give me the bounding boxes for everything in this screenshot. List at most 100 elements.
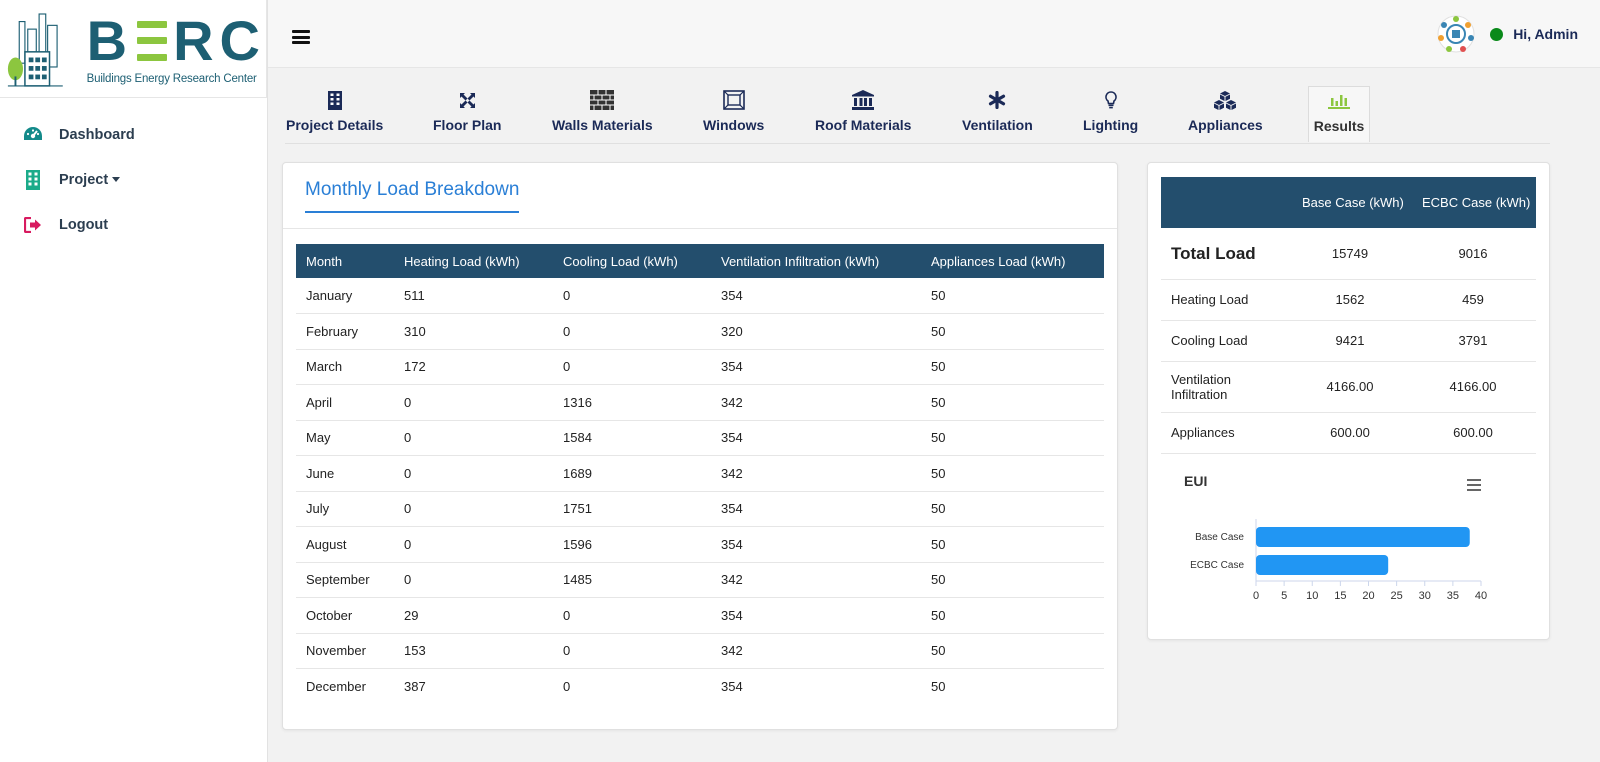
window-icon [722, 86, 745, 114]
table-cell: December [306, 679, 366, 694]
table-cell: 15749 [1290, 228, 1410, 280]
table-cell: 0 [553, 597, 711, 634]
brick-wall-icon [590, 86, 615, 114]
x-tick-label: 5 [1281, 590, 1287, 602]
sidebar-item-logout[interactable]: Logout [0, 202, 267, 247]
tab-label: Project Details [286, 117, 384, 133]
table-cell: 320 [711, 313, 921, 350]
row-label: Cooling Load [1161, 320, 1290, 362]
tab-lighting[interactable]: Lighting [1083, 86, 1138, 142]
brand-letter-b: B [86, 8, 134, 72]
tab-label: Lighting [1083, 117, 1139, 133]
tab-floor-plan[interactable]: Floor Plan [433, 86, 501, 142]
landmark-icon [852, 86, 875, 114]
sidebar-item-project[interactable]: Project [0, 157, 267, 202]
online-status-dot [1490, 27, 1504, 41]
table-cell: October [296, 597, 394, 634]
table-row: May 0 1584 354 50 [296, 420, 1104, 456]
brand-logo[interactable]: B RC Buildings Energy Research Center [0, 0, 267, 98]
city-logo-icon [7, 12, 63, 87]
table-cell: 342 [711, 455, 921, 492]
table-cell: 50 [921, 384, 1104, 421]
user-menu[interactable]: Hi, Admin [1436, 14, 1578, 54]
table-cell: September [296, 562, 394, 598]
table-cell: 50 [921, 526, 1104, 563]
bar[interactable] [1256, 555, 1389, 575]
x-tick-label: 10 [1306, 590, 1318, 602]
column-header: Cooling Load (kWh) [553, 244, 711, 278]
tachometer-icon [22, 124, 44, 146]
tab-roof-materials[interactable]: Roof Materials [815, 86, 911, 142]
top-bar: Hi, Admin [268, 0, 1600, 68]
table-cell: 0 [553, 633, 711, 669]
table-cell: 354 [711, 278, 921, 314]
sidebar-nav: Dashboard Project Logout [0, 112, 267, 247]
hamburger-menu-icon[interactable] [292, 30, 310, 44]
table-cell: April [296, 384, 394, 421]
panel-title: Monthly Load Breakdown [305, 179, 520, 213]
tab-ventilation[interactable]: Ventilation [962, 86, 1033, 142]
bar[interactable] [1256, 527, 1470, 547]
table-cell: 387 [404, 679, 426, 694]
table-cell: 1751 [553, 491, 711, 527]
x-tick-label: 25 [1391, 590, 1403, 602]
table-cell: 0 [394, 526, 553, 563]
lightbulb-icon [1104, 86, 1117, 114]
table-row: April 0 1316 342 50 [296, 384, 1104, 421]
sidebar-item-label: Project [59, 171, 109, 188]
x-tick-label: 15 [1334, 590, 1346, 602]
column-header: Appliances Load (kWh) [921, 244, 1104, 278]
table-cell: 153 [394, 633, 553, 669]
table-cell: 172 [394, 349, 553, 385]
wizard-tabs: Project Details Floor Plan Walls Materia… [285, 86, 1550, 144]
table-cell: May [296, 420, 394, 456]
column-header: Ventilation Infiltration (kWh) [711, 244, 921, 278]
table-cell: 459 [1410, 279, 1536, 321]
table-cell: 50 [921, 278, 1104, 314]
table-cell: 342 [711, 562, 921, 598]
table-cell: June [296, 455, 394, 492]
table-cell: 0 [553, 278, 711, 314]
table-cell: 9421 [1290, 320, 1410, 362]
table-cell: 0 [394, 491, 553, 527]
summary-row: Cooling Load 9421 3791 [1161, 320, 1536, 362]
table-cell: March [296, 349, 394, 385]
sidebar-item-dashboard[interactable]: Dashboard [0, 112, 267, 157]
table-cell: 50 [921, 313, 1104, 350]
tab-project-details[interactable]: Project Details [286, 86, 383, 142]
table-cell: 600.00 [1410, 412, 1536, 454]
tab-windows[interactable]: Windows [703, 86, 764, 142]
table-cell: 354 [711, 526, 921, 563]
tab-label: Floor Plan [433, 117, 502, 133]
summary-row: Appliances 600.00 600.00 [1161, 412, 1536, 454]
table-cell: 0 [553, 313, 711, 350]
table-cell: 1596 [553, 526, 711, 563]
table-cell: 0 [563, 679, 571, 694]
table-cell: 354 [711, 491, 921, 527]
panel-header: Monthly Load Breakdown [283, 163, 1117, 229]
table-cell: 1485 [553, 562, 711, 598]
tab-appliances[interactable]: Appliances [1188, 86, 1263, 142]
table-cell: 354 [711, 597, 921, 634]
table-cell: 0 [394, 384, 553, 421]
table-row: December 387 0 354 50 [296, 669, 1104, 705]
building-icon [22, 169, 44, 191]
table-row: September 0 1485 342 50 [296, 562, 1104, 598]
table-cell: 342 [711, 633, 921, 669]
caret-down-icon [112, 177, 121, 182]
table-header-row: Base Case (kWh) ECBC Case (kWh) [1161, 177, 1536, 228]
tab-walls-materials[interactable]: Walls Materials [552, 86, 653, 142]
brand-subtitle: Buildings Energy Research Center [86, 72, 257, 85]
table-cell: July [296, 491, 394, 527]
table-row: August 0 1596 354 50 [296, 526, 1104, 563]
table-row: February 310 0 320 50 [296, 313, 1104, 350]
category-label: ECBC Case [1190, 560, 1244, 571]
tab-label: Appliances [1188, 117, 1263, 133]
table-cell: 0 [553, 349, 711, 385]
x-tick-label: 0 [1253, 590, 1259, 602]
tab-results[interactable]: Results [1308, 86, 1370, 142]
chart-menu-icon[interactable] [1466, 478, 1482, 492]
tab-label: Ventilation [962, 117, 1033, 133]
column-header: Month [296, 244, 394, 278]
table-cell: August [296, 526, 394, 563]
